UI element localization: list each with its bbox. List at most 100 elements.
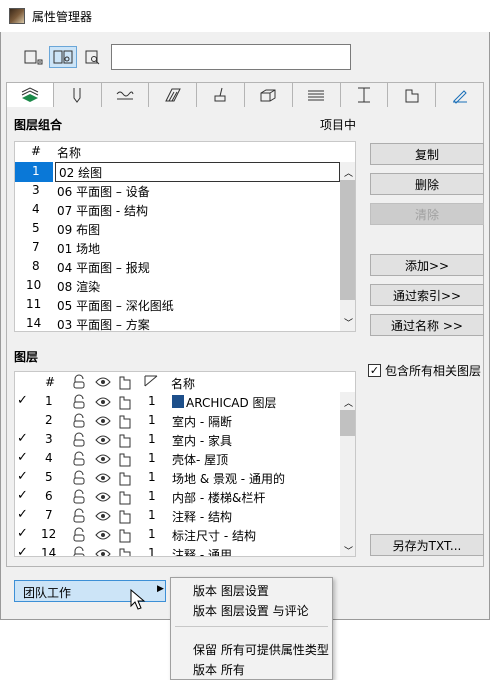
clear-button[interactable]: 清除 [370,203,484,225]
combos-scroll-thumb[interactable] [340,180,355,300]
layer-row[interactable]: ✓ 1 1 ARCHICAD 图层 [15,392,355,411]
combo-row[interactable]: 4 07 平面图 - 结构 [15,200,355,219]
menu-item-release-all[interactable]: 版本 所有 [193,661,245,678]
tab-fills[interactable] [149,82,198,108]
layer-checkmark[interactable]: ✓ [17,431,28,446]
lock-icon[interactable] [71,394,87,410]
layer-row[interactable]: ✓ 7 1 注释 - 结构 [15,506,355,525]
wireframe-icon[interactable] [118,470,132,486]
combo-row[interactable]: 7 01 场地 [15,238,355,257]
eye-icon[interactable] [95,509,111,523]
combo-row[interactable]: 3 06 平面图 – 设备 [15,181,355,200]
wireframe-icon[interactable] [118,394,132,410]
wireframe-icon[interactable] [118,527,132,543]
combo-row[interactable]: 14 03 平面图 – 方案 [15,314,355,331]
menu-item-release-layer-settings-comments[interactable]: 版本 图层设置 与评论 [193,602,309,619]
lock-icon[interactable] [71,413,87,429]
layer-row[interactable]: ✓ 6 1 内部 - 楼梯&栏杆 [15,487,355,506]
layers-scrollbar[interactable]: ︿ ﹀ [340,392,355,556]
markup-icon [452,90,467,104]
eye-icon[interactable] [95,471,111,485]
menu-item-release-layer-settings[interactable]: 版本 图层设置 [193,582,269,599]
lock-icon[interactable] [71,489,87,505]
tab-line-types[interactable] [101,82,150,108]
file-both-icon [53,50,73,64]
layer-intersection-group: 1 [148,546,156,557]
scroll-up-icon[interactable]: ︿ [344,396,353,409]
tab-markup[interactable] [436,82,484,108]
layer-row[interactable]: ✓ 12 1 标注尺寸 - 结构 [15,525,355,544]
scroll-up-icon[interactable]: ︿ [344,166,353,179]
file-path-input[interactable] [111,44,351,70]
wireframe-icon[interactable] [118,508,132,524]
combo-name: 04 平面图 – 报规 [57,261,150,275]
lock-icon[interactable] [71,451,87,467]
archicad-layer-icon [172,395,184,408]
combo-row[interactable]: 8 04 平面图 – 报规 [15,257,355,276]
open-right-file-button[interactable] [78,46,106,68]
layer-checkmark[interactable]: ✓ [17,393,28,408]
eye-icon[interactable] [95,433,111,447]
by-index-button[interactable]: 通过索引>> [370,284,484,306]
eye-icon[interactable] [95,490,111,504]
combo-row[interactable]: 10 08 渲染 [15,276,355,295]
delete-button[interactable]: 删除 [370,173,484,195]
eye-icon[interactable] [95,395,111,409]
layer-row[interactable]: 2 1 室内 - 隔断 [15,411,355,430]
menu-item-reserve-all[interactable]: 保留 所有可提供属性类型 [193,641,329,658]
layer-row[interactable]: ✓ 4 1 壳体- 屋顶 [15,449,355,468]
eye-icon[interactable] [95,528,111,542]
layers-list[interactable]: # 名称 ✓ 1 1 ARCHICAD 图层 2 1 室内 - 隔断 ✓ 3 1 室内 - 家具 ✓ 4… [14,371,356,557]
lock-icon[interactable] [71,527,87,543]
file-right-icon [85,50,100,65]
wireframe-icon[interactable] [118,432,132,448]
eye-icon[interactable] [95,452,111,466]
tab-pens[interactable] [53,82,102,108]
scroll-down-icon[interactable]: ﹀ [344,316,353,329]
combo-row[interactable]: 11 05 平面图 – 深化图纸 [15,295,355,314]
combos-col-num: # [31,144,42,158]
combo-num: 14 [26,316,42,330]
combos-scrollbar[interactable]: ︿ ﹀ [340,162,355,331]
include-related-checkbox[interactable]: ✓ 包含所有相关图层 [368,362,481,379]
wireframe-icon[interactable] [118,489,132,505]
tab-building-materials[interactable] [244,82,293,108]
combos-list[interactable]: # 名称 1 02 绘图 3 06 平面图 – 设备 4 07 平面图 - 结构… [14,141,356,332]
compare-files-button[interactable] [49,46,77,68]
layer-intersection-group: 1 [148,489,156,503]
layers-scroll-thumb[interactable] [340,410,355,436]
eye-icon[interactable] [95,547,111,557]
lock-icon[interactable] [71,508,87,524]
layer-checkmark[interactable]: ✓ [17,526,28,541]
combo-row[interactable]: 5 09 布图 [15,219,355,238]
wireframe-icon[interactable] [118,413,132,429]
layer-row[interactable]: ✓ 14 1 注释 - 通用 [15,544,355,557]
layer-row[interactable]: ✓ 3 1 室内 - 家具 [15,430,355,449]
tab-profiles[interactable] [340,82,389,108]
layer-row[interactable]: ✓ 5 1 场地 & 景观 - 通用的 [15,468,355,487]
scroll-down-icon[interactable]: ﹀ [344,544,353,556]
by-name-button[interactable]: 通过名称 >> [370,314,484,336]
tab-surfaces[interactable] [197,82,245,108]
lock-icon[interactable] [71,546,87,557]
wireframe-icon[interactable] [118,451,132,467]
layer-checkmark[interactable]: ✓ [17,469,28,484]
include-related-check[interactable]: ✓ [368,364,381,377]
add-button[interactable]: 添加>> [370,254,484,276]
open-file-button[interactable] [20,46,48,68]
copy-button[interactable]: 复制 [370,143,484,165]
layer-checkmark[interactable]: ✓ [17,450,28,465]
eye-icon[interactable] [95,414,111,428]
tab-layers[interactable] [6,82,54,108]
tab-zones[interactable] [388,82,437,108]
lock-icon[interactable] [71,432,87,448]
tab-composites[interactable] [292,82,341,108]
layer-num: 4 [45,451,53,465]
layer-checkmark[interactable]: ✓ [17,488,28,503]
layer-checkmark[interactable]: ✓ [17,545,28,556]
combo-row[interactable]: 1 02 绘图 [15,162,355,182]
save-as-txt-button[interactable]: 另存为TXT... [370,534,484,556]
lock-icon[interactable] [71,470,87,486]
layer-checkmark[interactable]: ✓ [17,507,28,522]
wireframe-icon[interactable] [118,546,132,557]
